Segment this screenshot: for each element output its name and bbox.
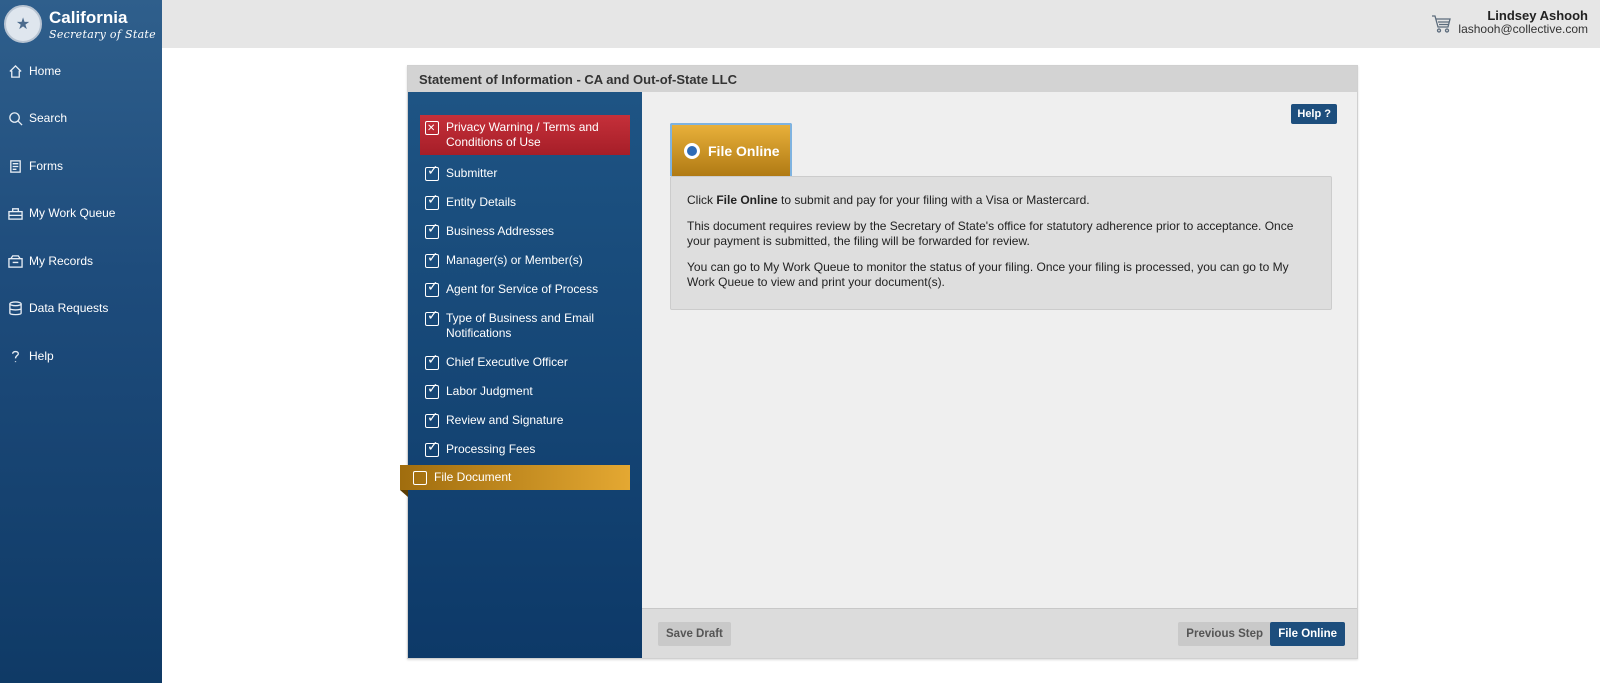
checkmark-icon	[425, 381, 439, 399]
step-processing-fees[interactable]: Processing Fees	[420, 439, 630, 457]
step-privacy-warning[interactable]: Privacy Warning / Terms and Conditions o…	[420, 115, 630, 155]
step-label: Privacy Warning / Terms and Conditions o…	[446, 120, 599, 149]
help-button[interactable]: Help ?	[1291, 104, 1337, 124]
step-submitter[interactable]: Submitter	[420, 163, 630, 181]
instructions-box: Click File Online to submit and pay for …	[670, 176, 1332, 310]
step-label: File Document	[434, 470, 512, 484]
user-email: lashooh@collective.com	[1458, 21, 1588, 36]
step-file-document[interactable]: File Document	[400, 465, 630, 497]
step-label: Manager(s) or Member(s)	[446, 253, 583, 267]
search-icon	[7, 110, 23, 126]
user-info[interactable]: Lindsey Ashooh lashooh@collective.com	[1458, 9, 1588, 35]
left-navigation: ★ California Secretary of State Home Sea…	[0, 0, 162, 683]
nav-item-label: Data Requests	[29, 301, 109, 315]
panel-title: Statement of Information - CA and Out-of…	[408, 66, 1357, 92]
step-label: Entity Details	[446, 195, 517, 209]
file-online-button[interactable]: File Online	[1270, 622, 1345, 646]
step-chief-executive-officer[interactable]: Chief Executive Officer	[420, 352, 630, 370]
nav-item-home[interactable]: Home	[0, 56, 162, 86]
nav-item-label: My Work Queue	[29, 206, 116, 220]
step-label: Chief Executive Officer	[446, 355, 568, 369]
cart-icon[interactable]	[1430, 12, 1452, 34]
step-type-of-business[interactable]: Type of Business and Email Notifications	[420, 308, 630, 341]
nav-item-data-requests[interactable]: Data Requests	[0, 293, 162, 323]
nav-item-help[interactable]: Help	[0, 341, 162, 371]
radio-selected-icon[interactable]	[684, 142, 700, 159]
step-managers-members[interactable]: Manager(s) or Member(s)	[420, 250, 630, 268]
database-icon	[7, 300, 23, 316]
instruction-paragraph-1: Click File Online to submit and pay for …	[687, 193, 1090, 207]
brand[interactable]: ★ California Secretary of State	[0, 0, 162, 48]
nav-item-my-work-queue[interactable]: My Work Queue	[0, 198, 162, 228]
step-content: Help ? File Online Click File Online to …	[642, 92, 1357, 658]
checkmark-icon	[425, 163, 439, 181]
nav-item-forms[interactable]: Forms	[0, 151, 162, 181]
nav-item-label: Forms	[29, 159, 63, 173]
checkmark-icon	[425, 352, 439, 370]
error-x-icon	[425, 121, 439, 136]
action-footer: Save Draft Previous Step File Online	[642, 608, 1357, 658]
step-label: Review and Signature	[446, 413, 564, 427]
forms-icon	[7, 158, 23, 174]
checkmark-icon	[425, 410, 439, 428]
checkmark-icon	[425, 192, 439, 210]
save-draft-button[interactable]: Save Draft	[658, 622, 731, 646]
checkmark-icon	[425, 221, 439, 239]
step-labor-judgment[interactable]: Labor Judgment	[420, 381, 630, 399]
instruction-paragraph-3: You can go to My Work Queue to monitor t…	[687, 260, 1289, 289]
step-review-signature[interactable]: Review and Signature	[420, 410, 630, 428]
step-list: Privacy Warning / Terms and Conditions o…	[400, 92, 642, 658]
work-queue-icon	[7, 205, 23, 221]
nav-item-label: Search	[29, 111, 68, 125]
nav-item-my-records[interactable]: My Records	[0, 246, 162, 276]
instruction-paragraph-2: This document requires review by the Sec…	[687, 219, 1294, 248]
user-name: Lindsey Ashooh	[1487, 8, 1588, 23]
state-seal-icon: ★	[4, 5, 42, 43]
nav-item-label: Home	[29, 64, 62, 78]
nav-item-label: Help	[29, 349, 54, 363]
step-label: Processing Fees	[446, 442, 536, 456]
previous-step-button[interactable]: Previous Step	[1178, 622, 1271, 646]
step-label: Agent for Service of Process	[446, 282, 599, 296]
file-online-option-label: File Online	[708, 142, 780, 159]
step-label: Submitter	[446, 166, 498, 180]
nav-item-search[interactable]: Search	[0, 103, 162, 133]
step-agent-service-process[interactable]: Agent for Service of Process	[420, 279, 630, 297]
step-label: Labor Judgment	[446, 384, 533, 398]
checkmark-icon	[425, 308, 439, 326]
step-business-addresses[interactable]: Business Addresses	[420, 221, 630, 239]
brand-subtitle: Secretary of State	[49, 27, 156, 41]
checkmark-icon	[425, 439, 439, 457]
home-icon	[7, 63, 23, 79]
question-icon	[7, 348, 23, 364]
step-label: Type of Business and Email Notifications	[446, 311, 595, 340]
top-bar: Lindsey Ashooh lashooh@collective.com	[162, 0, 1600, 48]
file-online-option[interactable]: File Online	[670, 123, 792, 176]
brand-title: California	[49, 7, 128, 27]
filing-panel: Statement of Information - CA and Out-of…	[400, 65, 1358, 659]
step-label: Business Addresses	[446, 224, 555, 238]
nav-item-label: My Records	[29, 254, 94, 268]
records-icon	[7, 253, 23, 269]
current-step-marker	[400, 490, 408, 497]
checkbox-empty-icon	[413, 471, 427, 485]
checkmark-icon	[425, 250, 439, 268]
checkmark-icon	[425, 279, 439, 297]
step-entity-details[interactable]: Entity Details	[420, 192, 630, 210]
